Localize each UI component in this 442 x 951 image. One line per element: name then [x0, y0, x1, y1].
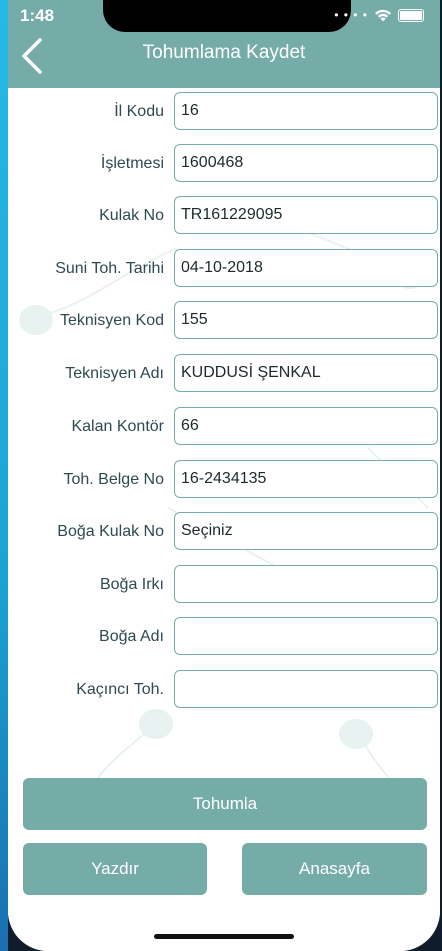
- teknisyen-kod-label: Teknisyen Kod: [59, 312, 164, 329]
- row-kalan-kontor: Kalan Kontör 66: [8, 407, 440, 447]
- form-container: İl Kodu 16 İşletmesi 1600468 Kulak No TR…: [8, 88, 440, 951]
- tohumla-button[interactable]: Tohumla: [23, 778, 427, 830]
- anasayfa-button[interactable]: Anasayfa: [242, 843, 427, 895]
- yazdir-button[interactable]: Yazdır: [23, 843, 207, 895]
- phone-screen: 1:48 • • • • Tohumlama Kaydet İl Kodu 16…: [8, 0, 440, 951]
- status-time: 1:48: [20, 6, 55, 25]
- row-suni-toh-tarihi: Suni Toh. Tarihi 04-10-2018: [8, 249, 440, 289]
- row-boga-irki: Boğa Irkı: [8, 565, 440, 605]
- row-il-kodu: İl Kodu 16: [8, 92, 440, 132]
- boga-adi-label: Boğa Adı: [99, 628, 164, 645]
- status-icons: • • • •: [334, 8, 424, 22]
- il-kodu-field[interactable]: 16: [174, 92, 438, 130]
- kacinci-toh-label: Kaçıncı Toh.: [76, 681, 164, 698]
- isletmesi-field[interactable]: 1600468: [174, 144, 438, 182]
- kacinci-toh-field[interactable]: [174, 670, 438, 708]
- boga-kulak-no-select[interactable]: Seçiniz: [174, 512, 438, 550]
- page-title: Tohumlama Kaydet: [142, 42, 306, 63]
- isletmesi-label: İşletmesi: [100, 155, 164, 172]
- row-toh-belge-no: Toh. Belge No 16-2434135: [8, 460, 440, 500]
- device-notch: [103, 0, 351, 32]
- teknisyen-kod-field[interactable]: 155: [174, 301, 438, 339]
- row-boga-adi: Boğa Adı: [8, 617, 440, 657]
- suni-toh-tarihi-field[interactable]: 04-10-2018: [174, 249, 438, 287]
- home-indicator[interactable]: [154, 934, 294, 939]
- toh-belge-no-field[interactable]: 16-2434135: [174, 460, 438, 498]
- battery-icon: [398, 8, 424, 22]
- kalan-kontor-field[interactable]: 66: [174, 407, 438, 445]
- kalan-kontor-label: Kalan Kontör: [71, 418, 164, 435]
- wifi-icon: [375, 9, 391, 21]
- teknisyen-adi-field[interactable]: KUDDUSİ ŞENKAL: [174, 354, 438, 392]
- il-kodu-label: İl Kodu: [114, 103, 164, 120]
- toh-belge-no-label: Toh. Belge No: [63, 471, 164, 488]
- suni-toh-tarihi-label: Suni Toh. Tarihi: [55, 260, 164, 277]
- screen-edge-glow: [0, 0, 8, 951]
- navigation-bar: 1:48 • • • • Tohumlama Kaydet: [8, 0, 440, 88]
- teknisyen-adi-label: Teknisyen Adı: [65, 365, 164, 382]
- row-kacinci-toh: Kaçıncı Toh.: [8, 670, 440, 710]
- row-isletmesi: İşletmesi 1600468: [8, 144, 440, 184]
- row-kulak-no: Kulak No TR161229095: [8, 196, 440, 236]
- boga-kulak-no-label: Boğa Kulak No: [57, 523, 164, 540]
- kulak-no-label: Kulak No: [99, 207, 164, 224]
- boga-irki-field[interactable]: [174, 565, 438, 603]
- boga-adi-field[interactable]: [174, 617, 438, 655]
- boga-irki-label: Boğa Irkı: [99, 576, 164, 593]
- kulak-no-field[interactable]: TR161229095: [174, 196, 438, 234]
- row-boga-kulak-no: Boğa Kulak No Seçiniz: [8, 512, 440, 552]
- row-teknisyen-adi: Teknisyen Adı KUDDUSİ ŞENKAL: [8, 354, 440, 394]
- row-teknisyen-kod: Teknisyen Kod 155: [8, 301, 440, 341]
- signal-dots-icon: • • • •: [334, 8, 368, 22]
